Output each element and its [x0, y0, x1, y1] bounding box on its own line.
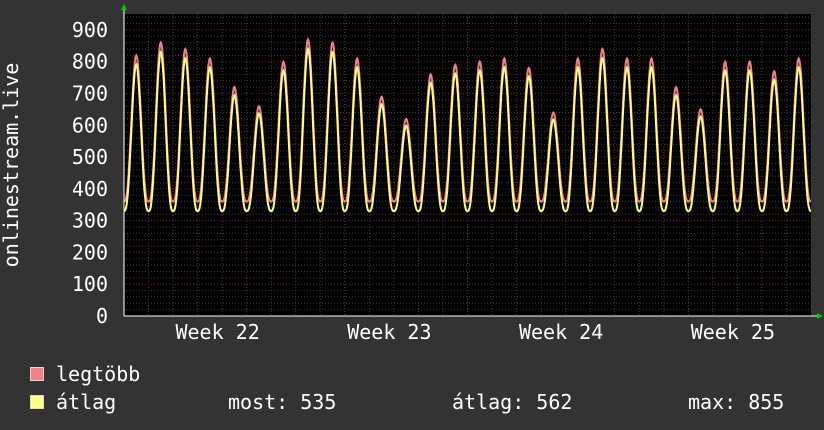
stat-maximum: max: 855	[688, 390, 785, 414]
x-week-label: Week 22	[175, 320, 259, 344]
legend-item-avg: átlag	[30, 390, 116, 414]
legend-swatch-max	[30, 367, 44, 381]
x-week-label: Week 24	[519, 320, 603, 344]
y-tick-label: 500	[72, 145, 108, 169]
y-tick-label: 300	[72, 209, 108, 233]
y-tick-label: 0	[96, 304, 108, 328]
y-tick-label: 700	[72, 81, 108, 105]
y-tick-label: 400	[72, 177, 108, 201]
legend-item-max: legtöbb	[30, 362, 140, 386]
stat-average: átlag: 562	[452, 390, 573, 414]
y-tick-label: 900	[72, 18, 108, 42]
y-tick-label: 800	[72, 50, 108, 74]
x-axis-arrow-icon	[817, 313, 823, 319]
y-axis-arrow-icon	[121, 4, 127, 10]
legend-label-max: legtöbb	[56, 362, 141, 386]
y-tick-label: 100	[72, 272, 108, 296]
x-week-label: Week 23	[347, 320, 431, 344]
stat-current: most: 535	[228, 390, 337, 414]
legend-swatch-avg	[30, 395, 44, 409]
y-tick-label: 600	[72, 113, 108, 137]
y-tick-label: 200	[72, 240, 108, 264]
y-axis-label: onlinestream.live	[0, 63, 23, 268]
x-week-label: Week 25	[691, 320, 775, 344]
legend-label-avg: átlag	[56, 390, 117, 414]
